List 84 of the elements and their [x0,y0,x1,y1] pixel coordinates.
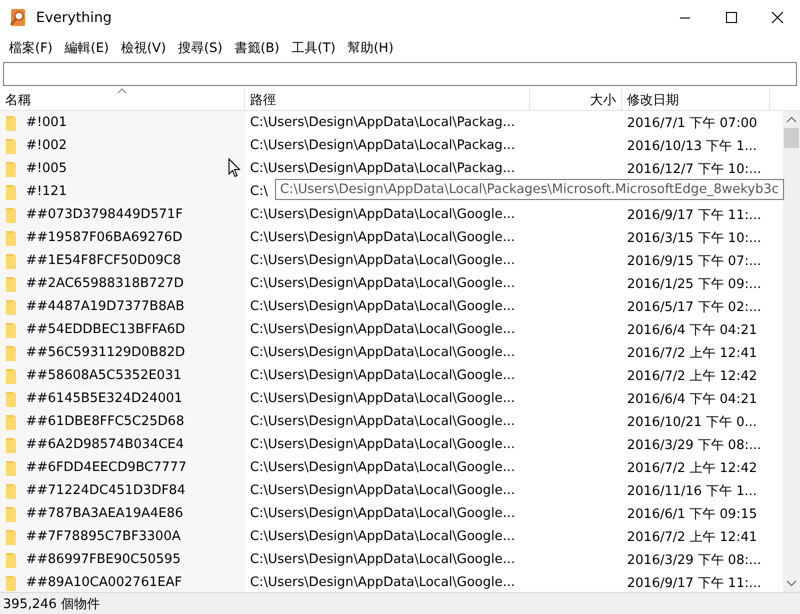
file-path: C:\Users\Design\AppData\Local\Packag... [250,138,516,153]
modified-date: 2016/5/17 下午 02:... [627,298,762,316]
file-path: C:\Users\Design\AppData\Local\Google... [250,299,516,314]
file-path: C:\Users\Design\AppData\Local\Google... [250,437,516,452]
folder-icon [6,368,17,384]
file-path: C:\Users\Design\AppData\Local\Google... [250,529,516,544]
modified-date: 2016/7/1 下午 07:00 [627,114,758,132]
scrollbar[interactable] [783,111,800,592]
folder-icon [6,184,17,200]
menu-item[interactable]: 搜尋(S) [172,39,228,57]
modified-date: 2016/6/4 下午 04:21 [627,322,758,338]
file-path: C:\Users\Design\AppData\Local\Packag... [250,161,516,176]
window-title: Everything [36,10,112,26]
folder-icon [6,460,17,476]
folder-icon [6,528,17,544]
modified-date: 2016/10/21 下午 0... [627,414,757,430]
file-name[interactable]: #!002 [26,138,67,153]
search-field[interactable] [3,62,797,86]
folder-icon [6,252,17,268]
file-name[interactable]: #!001 [26,115,67,130]
folder-icon [6,552,17,568]
menu-item[interactable]: 幫助(H) [342,39,400,57]
folder-icon [6,482,17,498]
file-path: C:\Users\Design\AppData\Local\Google... [250,575,516,590]
folder-icon [6,160,17,176]
file-path: C:\Users\Design\AppData\Local\Google... [250,552,516,567]
file-path: C:\Users\Design\AppData\Local\Google... [250,391,516,406]
modified-date: 2016/6/4 下午 04:21 [627,390,758,408]
folder-icon [6,206,17,222]
folder-icon [6,344,17,360]
file-path: C:\Users\Design\AppData\Local\Google... [250,460,516,475]
modified-date: 2016/7/2 上午 12:42 [627,460,758,476]
folder-icon [6,298,17,314]
file-path: C:\Users\Design\AppData\Local\Google... [250,253,516,268]
modified-date: 2016/9/15 下午 07:... [627,252,762,270]
menu-item[interactable]: 工具(T) [286,39,342,57]
column-header[interactable]: 大小 [530,88,622,110]
file-path: C:\Users\Design\AppData\Local\Google... [250,483,516,498]
folder-icon [6,138,17,154]
modified-date: 2016/11/16 下午 1... [627,482,757,500]
modified-date: 2016/1/25 下午 09:... [627,276,762,292]
menu-item[interactable]: 檢視(V) [114,39,172,57]
modified-date: 2016/3/29 下午 08:... [627,552,762,568]
folder-icon [6,390,17,406]
column-header[interactable]: 名稱 [0,88,245,110]
modified-date: 2016/3/15 下午 10:... [627,230,762,246]
file-path: C:\Users\Design\AppData\Local\Google... [250,322,516,337]
modified-date: 2016/7/2 上午 12:42 [627,368,758,384]
scroll-thumb[interactable] [784,128,799,148]
folder-icon [6,230,17,246]
modified-date: 2016/7/2 上午 12:41 [627,344,758,362]
modified-date: 2016/12/7 下午 10:... [627,160,762,178]
file-path: C:\Users\Design\AppData\Local\Google... [250,207,516,222]
file-path: C:\Users\Design\AppData\Local\Google... [250,368,516,383]
modified-date: 2016/6/1 下午 09:15 [627,506,758,522]
column-header[interactable]: 路徑 [245,88,530,110]
file-name[interactable]: #!121 [26,184,67,199]
folder-icon [6,436,17,452]
file-path: C:\Users\Design\AppData\Local\Google... [250,506,516,521]
folder-icon [6,414,17,430]
file-path: C:\Users\Design\AppData\Local\Google... [250,276,516,291]
file-path: C:\Users\Design\AppData\Local\Google... [250,414,516,429]
folder-icon [6,506,17,522]
file-path: C:\Users\Design\AppData\Local\Packag... [250,115,516,130]
column-header[interactable]: 修改日期 [622,88,770,110]
folder-icon [6,574,17,590]
app-icon [8,8,28,28]
folder-icon [6,276,17,292]
menu-item[interactable]: 編輯(E) [58,39,115,57]
modified-date: 2016/10/13 下午 1... [627,138,757,154]
folder-icon [6,114,17,130]
status-text: 395,246 個物件 [3,596,100,612]
menu-item[interactable]: 書籤(B) [228,39,286,57]
modified-date: 2016/7/2 上午 12:41 [627,528,758,546]
file-path: C:\Users\Design\AppData\Local\Google... [250,230,516,245]
file-name[interactable]: #!005 [26,161,67,176]
modified-date: 2016/9/17 下午 11:... [627,206,762,224]
modified-date: 2016/9/17 下午 11:... [627,574,762,592]
menu-item[interactable]: 檔案(F) [3,39,59,57]
file-path: C:\Users\Design\AppData\Local\Google... [250,345,516,360]
modified-date: 2016/3/29 下午 08:... [627,436,762,454]
file-path: C:\ [250,184,268,199]
tooltip: C:\Users\Design\AppData\Local\Packages\Microsoft.MicrosoftEdge_8wekyb3c [275,179,784,200]
folder-icon [6,322,17,338]
